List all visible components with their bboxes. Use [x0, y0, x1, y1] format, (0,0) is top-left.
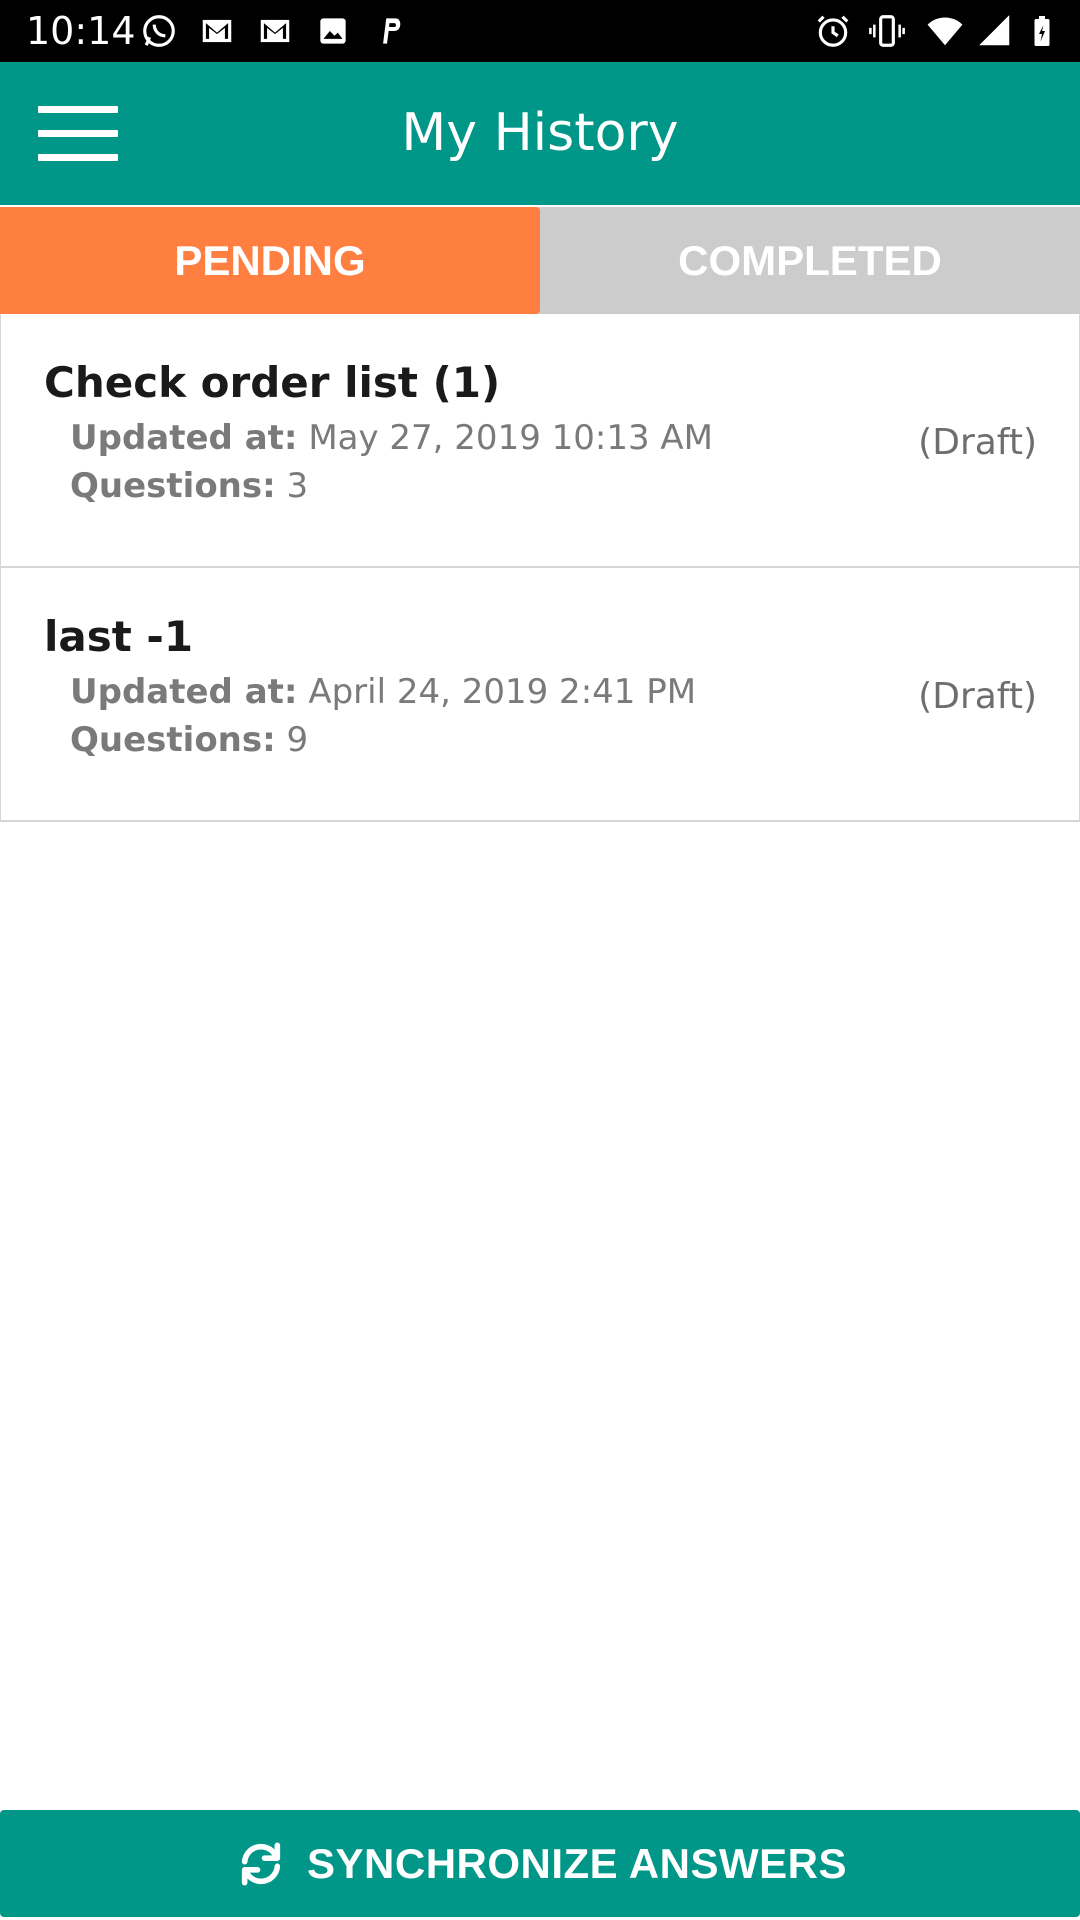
tab-pending[interactable]: PENDING	[0, 207, 540, 314]
item-title: last -1	[44, 612, 194, 661]
item-updated: Updated at: April 24, 2019 2:41 PM	[70, 672, 696, 712]
gmail-icon	[256, 12, 294, 50]
updated-label: Updated at:	[70, 672, 298, 712]
wifi-icon	[926, 12, 964, 50]
alarm-icon	[814, 12, 852, 50]
image-icon	[314, 12, 352, 50]
sync-icon	[241, 1842, 281, 1885]
tab-bar: PENDING COMPLETED	[0, 207, 1080, 314]
updated-label: Updated at:	[70, 418, 298, 458]
status-time: 10:14	[26, 9, 136, 53]
list-item[interactable]: Check order list (1) Updated at: May 27,…	[1, 314, 1079, 568]
p-app-icon	[372, 12, 410, 50]
synchronize-answers-button[interactable]: SYNCHRONIZE ANSWERS	[0, 1810, 1080, 1917]
list-item[interactable]: last -1 Updated at: April 24, 2019 2:41 …	[1, 568, 1079, 822]
battery-icon	[1024, 12, 1060, 50]
item-questions: Questions: 3	[70, 466, 308, 506]
item-title: Check order list (1)	[44, 358, 501, 407]
questions-label: Questions:	[70, 466, 276, 506]
app-bar: My History	[0, 62, 1080, 205]
gmail-icon	[198, 12, 236, 50]
questions-value: 9	[275, 720, 309, 760]
tab-completed[interactable]: COMPLETED	[540, 207, 1080, 314]
updated-value: April 24, 2019 2:41 PM	[297, 672, 697, 712]
whatsapp-icon	[140, 12, 178, 50]
sync-label: SYNCHRONIZE ANSWERS	[307, 1839, 847, 1887]
item-questions: Questions: 9	[70, 720, 308, 760]
questions-label: Questions:	[70, 720, 276, 760]
status-bar: 10:14	[0, 0, 1080, 62]
item-updated: Updated at: May 27, 2019 10:13 AM	[70, 418, 713, 458]
item-status: (Draft)	[918, 422, 1037, 463]
signal-icon	[976, 12, 1014, 50]
page-title: My History	[401, 103, 679, 163]
vibrate-icon	[868, 12, 906, 50]
updated-value: May 27, 2019 10:13 AM	[297, 418, 714, 458]
questions-value: 3	[275, 466, 309, 506]
item-status: (Draft)	[918, 676, 1037, 717]
hamburger-menu-icon[interactable]	[38, 106, 118, 162]
history-list: Check order list (1) Updated at: May 27,…	[0, 314, 1080, 822]
